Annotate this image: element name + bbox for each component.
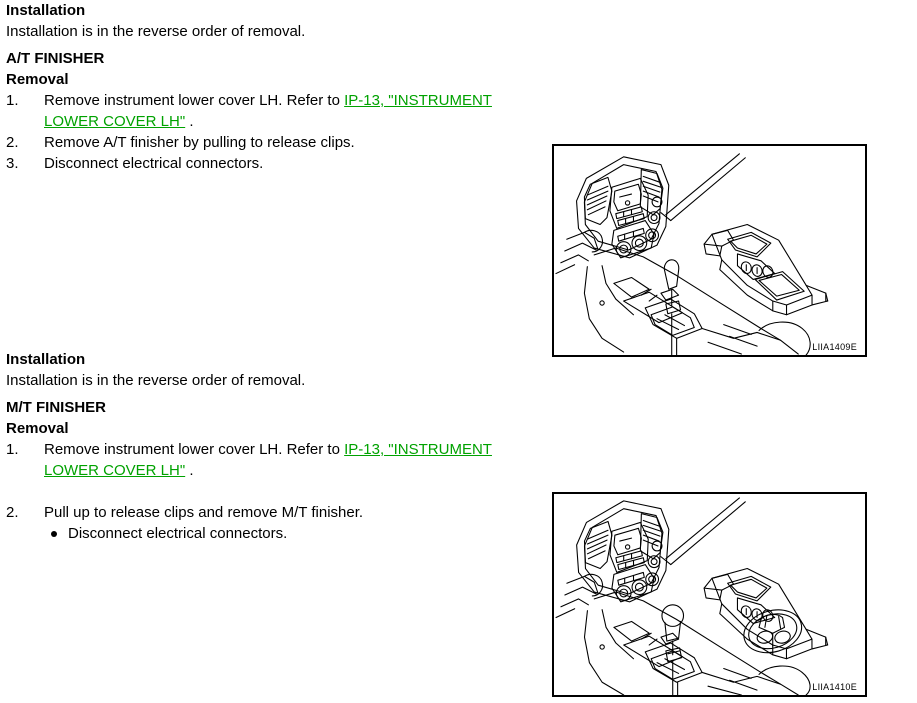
subheading-removal-mt: Removal — [6, 420, 69, 437]
subheading-removal-at: Removal — [6, 71, 69, 88]
step-text: Remove instrument lower cover LH. Refer … — [44, 92, 492, 130]
figure-mt-finisher: LIIA1410E — [552, 492, 867, 697]
section-mt-installation: Installation Installation is in the reve… — [6, 349, 546, 391]
bullet-text: Disconnect electrical connectors. — [68, 525, 288, 542]
steps-list-mt: 1. Remove instrument lower cover LH. Ref… — [6, 439, 546, 523]
figure-caption: LIIA1410E — [812, 682, 857, 692]
section-at-installation: Installation Installation is in the reve… — [6, 0, 546, 42]
step-number: 1. — [6, 92, 19, 109]
steps-list-at: 1. Remove instrument lower cover LH. Ref… — [6, 90, 546, 174]
step-text: Remove A/T finisher by pulling to releas… — [44, 134, 355, 151]
step-text-before: Remove instrument lower cover LH. Refer … — [44, 441, 345, 458]
list-item: 3. Disconnect electrical connectors. — [6, 153, 546, 174]
step-text-after: . — [185, 462, 194, 479]
step-text-after: . — [185, 113, 194, 130]
step-number: 1. — [6, 441, 19, 458]
mt-finisher-line-art — [555, 497, 829, 695]
paragraph-installation-2: Installation is in the reverse order of … — [6, 372, 306, 389]
list-item: 2. Pull up to release clips and remove M… — [6, 502, 546, 523]
step-text: Disconnect electrical connectors. — [44, 155, 264, 172]
list-item: 2. Remove A/T finisher by pulling to rel… — [6, 132, 546, 153]
list-item: 1. Remove instrument lower cover LH. Ref… — [6, 439, 546, 502]
step-number: 2. — [6, 504, 19, 521]
step-text: Remove instrument lower cover LH. Refer … — [44, 441, 546, 500]
step-number: 3. — [6, 155, 19, 172]
figure-at-finisher: LIIA1409E — [552, 144, 867, 357]
list-item: 1. Remove instrument lower cover LH. Ref… — [6, 90, 546, 132]
step-text: Pull up to release clips and remove M/T … — [44, 504, 364, 521]
at-finisher-line-art — [555, 153, 829, 355]
text-column: Installation Installation is in the reve… — [6, 0, 546, 544]
heading-mt-finisher: M/T FINISHER — [6, 399, 106, 416]
paragraph-installation-1: Installation is in the reverse order of … — [6, 23, 306, 40]
list-item: Disconnect electrical connectors. — [6, 523, 546, 544]
section-at-finisher: A/T FINISHER Removal 1. Remove instrumen… — [6, 48, 546, 174]
step-number: 2. — [6, 134, 19, 151]
heading-installation-1: Installation — [6, 2, 86, 19]
bullet-list-mt: Disconnect electrical connectors. — [6, 523, 546, 544]
heading-installation-2: Installation — [6, 351, 86, 368]
section-mt-finisher: M/T FINISHER Removal 1. Remove instrumen… — [6, 397, 546, 544]
step-text-before: Remove instrument lower cover LH. Refer … — [44, 92, 345, 109]
heading-at-finisher: A/T FINISHER — [6, 50, 105, 67]
figure-caption: LIIA1409E — [812, 342, 857, 352]
bullet-dot-icon — [51, 531, 57, 537]
manual-page: Installation Installation is in the reve… — [0, 0, 917, 703]
